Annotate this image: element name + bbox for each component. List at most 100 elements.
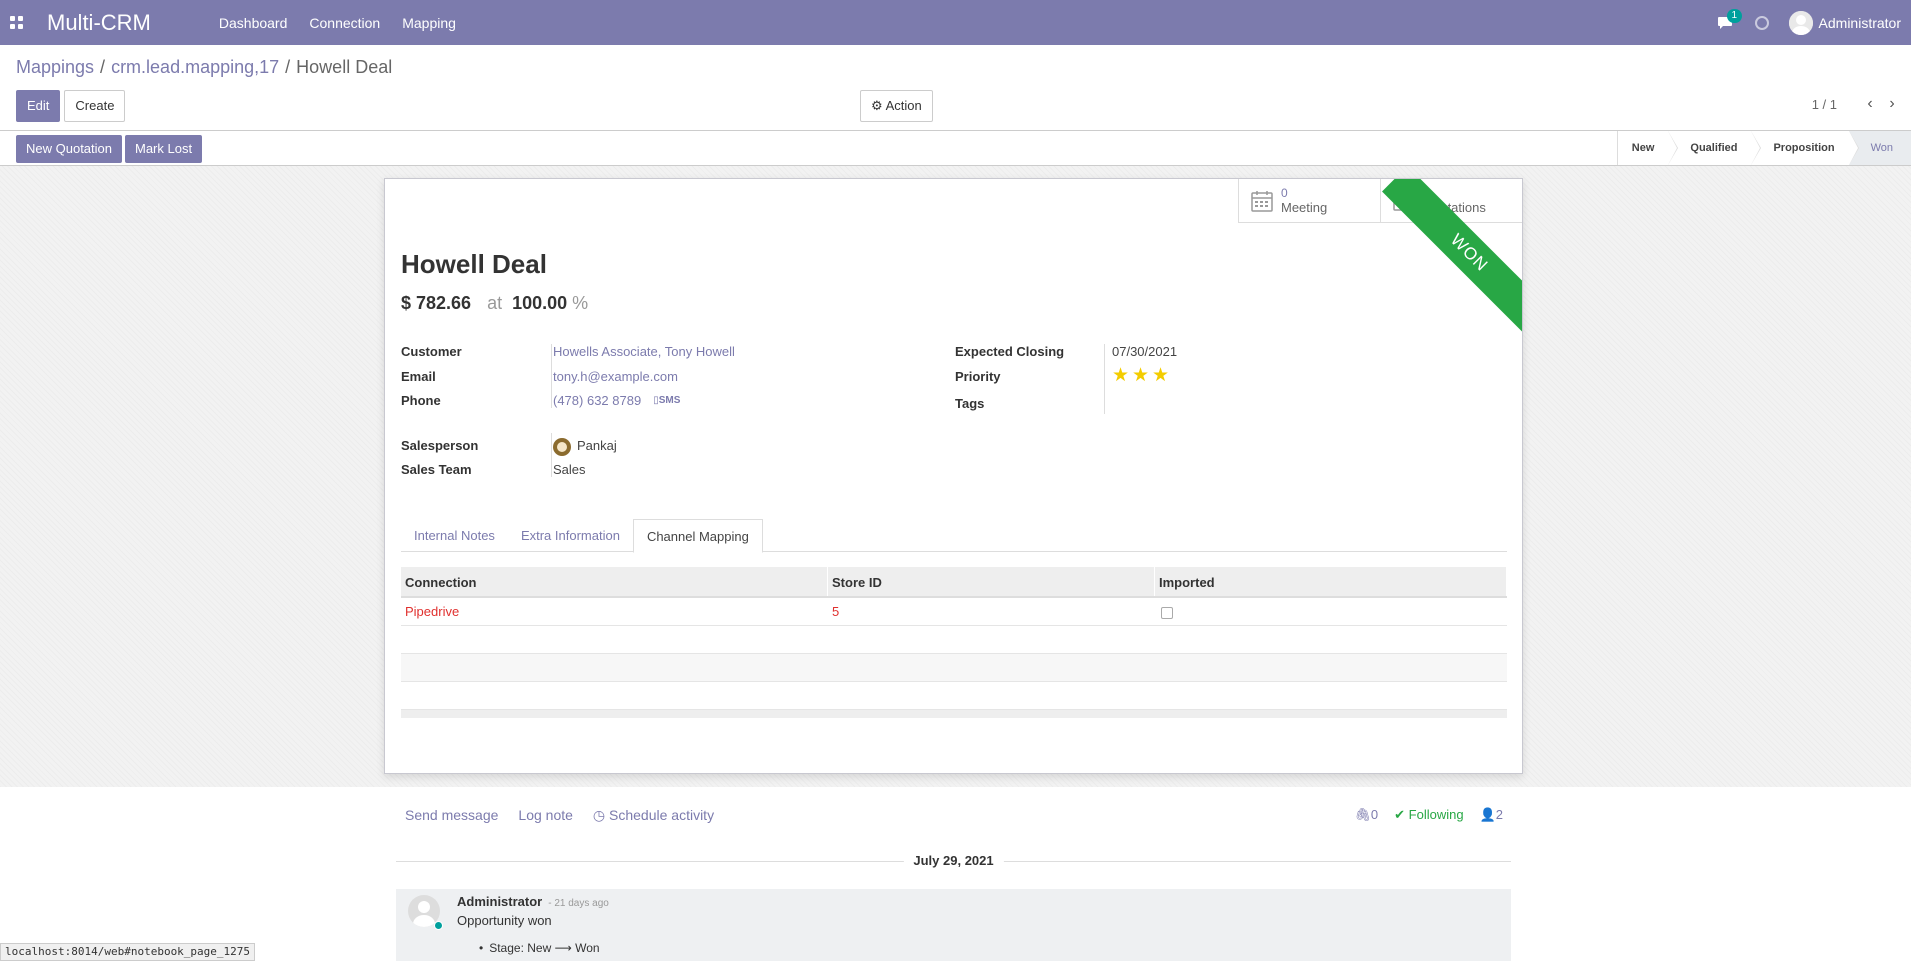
expected-closing-field: Expected Closing 07/30/2021	[955, 342, 1177, 362]
sms-button[interactable]: ▯SMS	[653, 391, 680, 411]
priority-label: Priority	[955, 369, 1001, 384]
action-label: Action	[885, 98, 922, 113]
log-note-button[interactable]: Log note	[518, 807, 573, 824]
schedule-activity-button[interactable]: ◷ Schedule activity	[593, 807, 714, 824]
edit-button[interactable]: Edit	[16, 90, 61, 122]
meeting-count: 0	[1281, 186, 1288, 200]
at-label: at	[487, 293, 503, 313]
stage-qualified[interactable]: Qualified	[1668, 131, 1762, 165]
column-connection[interactable]: Connection	[401, 567, 828, 596]
send-message-button[interactable]: Send message	[405, 807, 498, 824]
tags-field: Tags	[955, 394, 1112, 414]
user-menu-name[interactable]: Administrator	[1819, 15, 1901, 31]
action-dropdown[interactable]: ⚙ Action	[860, 90, 933, 122]
column-store-id[interactable]: Store ID	[828, 567, 1155, 596]
salesperson-value[interactable]: Pankaj	[553, 436, 617, 456]
breadcrumb-current: Howell Deal	[296, 57, 393, 77]
menu-item-dashboard[interactable]: Dashboard	[208, 15, 299, 31]
sms-label: SMS	[658, 395, 681, 406]
salesperson-label: Salesperson	[401, 438, 479, 453]
pager-value[interactable]: 1 / 1	[1812, 97, 1837, 112]
table-header: Connection Store ID Imported	[401, 567, 1507, 598]
meeting-label: Meeting	[1281, 200, 1328, 215]
menu-item-connection[interactable]: Connection	[298, 15, 391, 31]
following-button[interactable]: ✔ Following	[1394, 807, 1463, 823]
sales-team-label: Sales Team	[401, 462, 472, 477]
expected-revenue: $ 782.66	[401, 293, 472, 313]
breadcrumb-mappings[interactable]: Mappings	[16, 57, 94, 77]
following-label: Following	[1408, 807, 1464, 822]
main-menu: Dashboard Connection Mapping	[208, 15, 467, 31]
form-sheet: 0 Meeting 0 Quotations WON Howell Deal $…	[384, 178, 1523, 774]
email-link[interactable]: tony.h@example.com	[553, 367, 678, 387]
phone-label: Phone	[401, 393, 441, 408]
probability-value: 100.00	[512, 293, 568, 313]
check-icon: ✔	[1394, 807, 1406, 822]
tags-label: Tags	[955, 396, 985, 411]
customer-field: Customer Howells Associate, Tony Howell	[401, 342, 735, 362]
tab-channel-mapping[interactable]: Channel Mapping	[632, 519, 763, 553]
salesperson-avatar	[553, 437, 571, 456]
customer-link[interactable]: Howells Associate, Tony Howell	[553, 342, 735, 362]
sales-team-value[interactable]: Sales	[553, 460, 586, 480]
chatter: Send message Log note ◷ Schedule activit…	[384, 787, 1523, 961]
apps-menu-icon[interactable]	[10, 15, 24, 30]
stage-new[interactable]: New	[1617, 131, 1678, 165]
star-icon[interactable]: ★	[1132, 366, 1149, 385]
column-imported[interactable]: Imported	[1155, 567, 1507, 596]
user-avatar[interactable]	[1788, 10, 1813, 35]
row-imported	[1155, 598, 1507, 625]
sales-team-field: Sales Team Sales	[401, 460, 586, 480]
schedule-activity-label: Schedule activity	[609, 807, 715, 823]
stage-proposition[interactable]: Proposition	[1751, 131, 1859, 165]
priority-stars: ★ ★ ★	[1112, 366, 1169, 387]
breadcrumb-record-mapping[interactable]: crm.lead.mapping,17	[111, 57, 279, 77]
salesperson-name: Pankaj	[577, 438, 617, 453]
new-quotation-button[interactable]: New Quotation	[16, 135, 122, 163]
paperclip-icon: 🖇	[1354, 807, 1371, 822]
pager-previous-icon[interactable]: ‹	[1861, 95, 1879, 113]
row-connection[interactable]: Pipedrive	[401, 598, 828, 625]
message-author: Administrator - 21 days ago	[457, 894, 609, 909]
channel-mapping-table: Connection Store ID Imported Pipedrive 5	[401, 567, 1507, 718]
clock-icon: ◷	[592, 807, 606, 823]
top-navbar: Multi-CRM Dashboard Connection Mapping 1…	[0, 0, 1911, 45]
calendar-icon	[1251, 191, 1273, 212]
mark-lost-button[interactable]: Mark Lost	[125, 135, 203, 163]
expected-closing-label: Expected Closing	[955, 344, 1065, 359]
breadcrumb: Mappings / crm.lead.mapping,17/Howell Deal	[16, 57, 393, 77]
form-buttons: Edit Create	[16, 90, 126, 122]
row-store-id[interactable]: 5	[828, 598, 1155, 625]
salesperson-field: Salesperson Pankaj	[401, 436, 617, 456]
tracking-value: Stage: New ⟶ Won	[479, 941, 599, 955]
followers-button[interactable]: 👤2	[1480, 807, 1503, 823]
pager-next-icon[interactable]: ›	[1883, 95, 1901, 113]
create-button[interactable]: Create	[64, 90, 126, 122]
tab-extra-information[interactable]: Extra Information	[508, 519, 633, 552]
pager: 1 / 1 ‹ ›	[1812, 95, 1901, 113]
meeting-smart-button[interactable]: 0 Meeting	[1238, 179, 1380, 223]
action-button[interactable]: ⚙ Action	[860, 90, 933, 122]
systray: 1 Administrator	[1717, 0, 1901, 45]
expected-closing-value[interactable]: 07/30/2021	[1112, 342, 1177, 362]
menu-item-mapping[interactable]: Mapping	[391, 15, 467, 31]
activity-clock-icon[interactable]	[1754, 15, 1769, 30]
priority-field: Priority ★ ★ ★	[955, 366, 1169, 387]
phone-link[interactable]: (478) 632 8789	[553, 391, 641, 411]
attachments-button[interactable]: 🖇0	[1354, 807, 1378, 823]
brand-title[interactable]: Multi-CRM	[47, 10, 151, 36]
imported-checkbox[interactable]	[1161, 606, 1173, 619]
tab-internal-notes[interactable]: Internal Notes	[401, 519, 508, 552]
statusbar-buttons: New Quotation Mark Lost	[16, 135, 203, 163]
phone-field: Phone (478) 632 8789 ▯SMS	[401, 391, 680, 411]
table-empty-row	[401, 682, 1507, 710]
star-icon[interactable]: ★	[1152, 366, 1169, 385]
messaging-icon[interactable]: 1	[1717, 8, 1743, 30]
message-body: Opportunity won	[457, 913, 552, 928]
author-name[interactable]: Administrator	[457, 894, 542, 909]
table-row[interactable]: Pipedrive 5	[401, 598, 1507, 626]
table-empty-row	[401, 626, 1507, 654]
followers-count: 2	[1495, 807, 1503, 822]
table-empty-row	[401, 654, 1507, 682]
star-icon[interactable]: ★	[1112, 366, 1129, 385]
